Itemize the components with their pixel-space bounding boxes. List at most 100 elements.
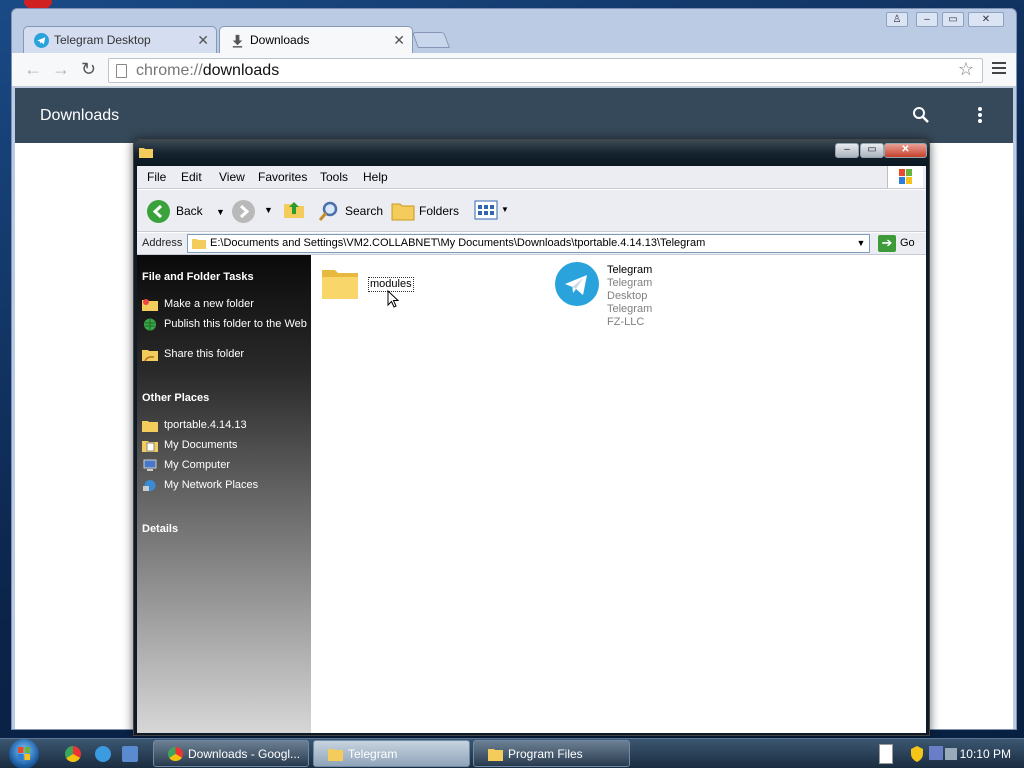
task-label: Make a new folder: [164, 298, 254, 310]
place-my-network[interactable]: My Network Places: [142, 479, 258, 492]
download-icon: [232, 34, 243, 48]
place-label: tportable.4.14.13: [164, 419, 247, 431]
network-icon[interactable]: [929, 746, 943, 760]
windows-logo-icon: [18, 747, 30, 760]
app-name: Telegram: [607, 264, 653, 276]
search-button[interactable]: Search: [317, 198, 383, 224]
clock[interactable]: 10:10 PM: [960, 747, 1011, 761]
details-header[interactable]: Details: [142, 523, 178, 535]
menu-tools[interactable]: Tools: [320, 170, 348, 184]
views-button[interactable]: ▼: [474, 198, 510, 224]
reload-icon[interactable]: ↻: [81, 59, 96, 80]
tab-downloads[interactable]: Downloads ✕: [219, 26, 413, 53]
menu-favorites[interactable]: Favorites: [258, 170, 307, 184]
minimize-button[interactable]: –: [916, 12, 938, 27]
close-button[interactable]: ✕: [884, 143, 927, 158]
new-folder-icon: [142, 299, 158, 311]
close-button[interactable]: ✕: [968, 12, 1004, 27]
taskbar-item-downloads[interactable]: Downloads - Googl...: [153, 740, 309, 767]
menu-file[interactable]: File: [147, 170, 166, 184]
volume-icon[interactable]: [945, 748, 957, 760]
close-tab-icon[interactable]: ✕: [197, 32, 209, 49]
chrome-icon[interactable]: [65, 746, 81, 762]
search-icon: [318, 201, 338, 221]
address-label: Address: [142, 237, 183, 249]
windows-logo-icon: [887, 166, 923, 188]
task-make-new-folder[interactable]: Make a new folder: [142, 298, 254, 311]
folders-label: Folders: [419, 204, 460, 218]
back-arrow-icon[interactable]: ←: [24, 59, 42, 80]
file-view: modules Telegram Telegram Desktop Telegr…: [311, 255, 926, 733]
close-tab-icon[interactable]: ✕: [393, 32, 405, 49]
mouse-cursor-icon: [387, 290, 399, 308]
go-button[interactable]: ➔ Go: [876, 234, 915, 253]
network-icon: [143, 480, 156, 491]
app-company: Telegram FZ-LLC: [607, 303, 653, 328]
task-share-folder[interactable]: Share this folder: [142, 348, 244, 361]
system-tray: 10:10 PM: [879, 739, 1024, 768]
new-tab-button[interactable]: [412, 32, 450, 48]
chevron-down-icon[interactable]: ▼: [264, 205, 273, 215]
forward-arrow-icon: [232, 200, 255, 223]
shield-icon[interactable]: [911, 746, 923, 762]
tab-strip: Telegram Desktop ✕ Downloads ✕ ♙ – ▭ ✕: [12, 9, 1016, 53]
menu-edit[interactable]: Edit: [181, 170, 202, 184]
task-label: Downloads - Googl...: [188, 747, 301, 761]
task-label: Share this folder: [164, 348, 245, 360]
folder-icon: [139, 148, 153, 158]
address-field[interactable]: E:\Documents and Settings\VM2.COLLABNET\…: [187, 234, 870, 253]
telegram-icon: [34, 33, 49, 48]
address-bar[interactable]: chrome://downloads: [108, 58, 983, 83]
forward-arrow-icon[interactable]: →: [52, 59, 70, 80]
ie-icon[interactable]: [95, 746, 111, 762]
places-header: Other Places: [142, 392, 210, 404]
place-tportable[interactable]: tportable.4.14.13: [142, 419, 247, 432]
folder-icon: [488, 749, 503, 761]
taskbar-item-telegram[interactable]: Telegram: [313, 740, 470, 767]
folder-icon: [322, 270, 358, 299]
maximize-button[interactable]: ▭: [942, 12, 964, 27]
place-label: My Computer: [164, 459, 231, 471]
back-label: Back: [176, 204, 203, 218]
page-title: Downloads: [40, 107, 120, 124]
forward-button[interactable]: ▼: [232, 198, 273, 224]
minimize-button[interactable]: –: [835, 143, 859, 158]
folders-icon: [391, 203, 415, 221]
chevron-down-icon[interactable]: ▼: [853, 235, 869, 252]
keyboard-icon[interactable]: [879, 744, 893, 764]
back-button[interactable]: Back ▼: [147, 198, 225, 224]
task-label: Telegram: [348, 747, 398, 761]
go-arrow-icon: ➔: [878, 235, 896, 252]
menu-bar: File Edit View Favorites Tools Help: [137, 166, 926, 189]
quicklaunch-icon[interactable]: [122, 746, 138, 762]
folders-button[interactable]: Folders: [391, 198, 459, 224]
chrome-menu-icon[interactable]: [992, 59, 1006, 77]
chrome-icon: [168, 747, 183, 761]
taskbar-item-program-files[interactable]: Program Files: [473, 740, 630, 767]
tab-label: Telegram Desktop: [54, 33, 151, 47]
menu-view[interactable]: View: [219, 170, 245, 184]
folder-icon: [192, 239, 206, 249]
start-button[interactable]: [9, 739, 39, 768]
chevron-down-icon[interactable]: ▼: [216, 207, 225, 217]
downloads-header: Downloads: [15, 88, 1013, 143]
explorer-titlebar[interactable]: – ▭ ✕: [134, 140, 929, 166]
task-publish-folder[interactable]: Publish this folder to the Web: [142, 318, 307, 331]
folder-icon: [328, 749, 343, 761]
place-label: My Documents: [164, 439, 238, 451]
place-my-documents[interactable]: My Documents: [142, 439, 237, 452]
up-folder-button[interactable]: [283, 198, 305, 224]
app-details: Telegram Telegram Desktop Telegram FZ-LL…: [607, 264, 652, 329]
app-description: Telegram Desktop: [607, 277, 653, 302]
more-options-icon[interactable]: [978, 107, 982, 125]
maximize-button[interactable]: ▭: [860, 143, 884, 158]
search-icon[interactable]: [911, 105, 931, 125]
computer-icon: [143, 459, 157, 471]
profile-icon[interactable]: ♙: [886, 12, 908, 27]
menu-help[interactable]: Help: [363, 170, 388, 184]
bookmark-star-icon[interactable]: ☆: [958, 59, 974, 80]
url-scheme: chrome://: [136, 62, 203, 79]
task-label: Program Files: [508, 747, 583, 761]
place-my-computer[interactable]: My Computer: [142, 459, 230, 472]
tab-telegram-desktop[interactable]: Telegram Desktop ✕: [23, 26, 217, 53]
